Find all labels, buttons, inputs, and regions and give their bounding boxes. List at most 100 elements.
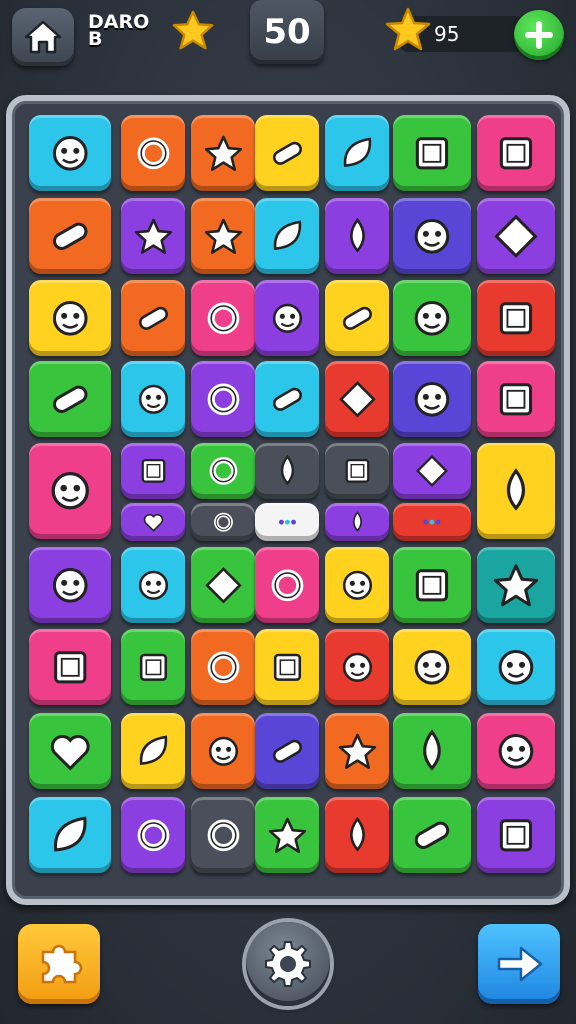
home-button[interactable] bbox=[12, 8, 74, 66]
tile-r8-c3[interactable] bbox=[255, 713, 319, 789]
pen-icon bbox=[414, 821, 450, 849]
tile-r9-c6[interactable] bbox=[477, 797, 555, 873]
gem-icon bbox=[204, 566, 242, 604]
tile-r2-c0[interactable] bbox=[29, 280, 111, 356]
tile-r8-c6[interactable] bbox=[477, 713, 555, 789]
ring-icon bbox=[137, 819, 169, 851]
tile-r7-c6[interactable] bbox=[477, 629, 555, 705]
tile-r2-c1[interactable] bbox=[121, 280, 185, 356]
tile-r1-c6[interactable] bbox=[477, 198, 555, 274]
puzzle-button[interactable] bbox=[18, 924, 100, 1004]
cloud-face-icon bbox=[414, 218, 450, 254]
tile-r6-c5[interactable] bbox=[393, 547, 471, 623]
pig-face-icon bbox=[138, 384, 168, 414]
tile-r2-c3[interactable] bbox=[255, 280, 319, 356]
tile-r3-c5[interactable] bbox=[393, 361, 471, 437]
tile-r0-c4[interactable] bbox=[325, 115, 389, 191]
tile-r5-c0[interactable] bbox=[121, 503, 185, 541]
tile-r1-c4[interactable] bbox=[325, 198, 389, 274]
tile-r7-c5[interactable] bbox=[393, 629, 471, 705]
tile-r6-c2[interactable] bbox=[191, 547, 255, 623]
tile-r8-c1[interactable] bbox=[121, 713, 185, 789]
tile-r2-c5[interactable] bbox=[393, 280, 471, 356]
tile-r2-c6[interactable] bbox=[477, 280, 555, 356]
percent-icon bbox=[423, 519, 441, 525]
eye-icon bbox=[207, 383, 239, 415]
star-icon bbox=[172, 10, 214, 50]
arrow-right-icon bbox=[497, 946, 543, 982]
tile-r4-c1[interactable] bbox=[121, 443, 185, 499]
tile-r6-c3[interactable] bbox=[255, 547, 319, 623]
tile-r5-c3[interactable] bbox=[325, 503, 389, 541]
tile-r7-c4[interactable] bbox=[325, 629, 389, 705]
fire-face-icon bbox=[342, 652, 372, 682]
square-icon bbox=[345, 459, 369, 483]
picture-frame-icon bbox=[415, 136, 449, 170]
fish-face-icon bbox=[498, 649, 534, 685]
tile-r4-c3[interactable] bbox=[255, 443, 319, 499]
tile-r6-c6[interactable] bbox=[477, 547, 555, 623]
tile-r8-c5[interactable] bbox=[393, 713, 471, 789]
tile-r5-c1[interactable] bbox=[191, 503, 255, 541]
game-board bbox=[6, 95, 570, 905]
add-stars-button[interactable] bbox=[514, 10, 564, 60]
tile-r7-c0[interactable] bbox=[29, 629, 111, 705]
tile-r2-c4[interactable] bbox=[325, 280, 389, 356]
tile-r1-c2[interactable] bbox=[191, 198, 255, 274]
next-button[interactable] bbox=[478, 924, 560, 1004]
monster-icon bbox=[342, 570, 372, 600]
star-count: 95 bbox=[434, 22, 460, 46]
tile-r7-c1[interactable] bbox=[121, 629, 185, 705]
plus-icon bbox=[525, 21, 553, 49]
tile-r9-c4[interactable] bbox=[325, 797, 389, 873]
tile-r0-c5[interactable] bbox=[393, 115, 471, 191]
tile-r5-c4[interactable] bbox=[393, 503, 471, 541]
tile-r1-c3[interactable] bbox=[255, 198, 319, 274]
tile-r0-c2[interactable] bbox=[191, 115, 255, 191]
home-icon bbox=[24, 20, 62, 54]
tile-r0-c3[interactable] bbox=[255, 115, 319, 191]
tile-r3-c0[interactable] bbox=[29, 361, 111, 437]
picture-frame-icon bbox=[499, 136, 533, 170]
robot-face-icon bbox=[415, 568, 449, 602]
tile-r1-c5[interactable] bbox=[393, 198, 471, 274]
tile-r0-c1[interactable] bbox=[121, 115, 185, 191]
tile-r6-c1[interactable] bbox=[121, 547, 185, 623]
tile-r8-c4[interactable] bbox=[325, 713, 389, 789]
tile-r3-c6[interactable] bbox=[477, 361, 555, 437]
tile-r4-c5[interactable] bbox=[393, 443, 471, 499]
tile-r9-c5[interactable] bbox=[393, 797, 471, 873]
tile-r8-c0[interactable] bbox=[29, 713, 111, 789]
tile-r6-c4[interactable] bbox=[325, 547, 389, 623]
tile-r3-c2[interactable] bbox=[191, 361, 255, 437]
tile-r4-c2[interactable] bbox=[191, 443, 255, 499]
tile-r3-c3[interactable] bbox=[255, 361, 319, 437]
tile-r0-c0[interactable] bbox=[29, 115, 111, 191]
tile-r9-c3[interactable] bbox=[255, 797, 319, 873]
tile-r3-c1[interactable] bbox=[121, 361, 185, 437]
moon-icon bbox=[207, 651, 239, 683]
tile-r7-c3[interactable] bbox=[255, 629, 319, 705]
tile-r5-c2[interactable] bbox=[255, 503, 319, 541]
tile-r6-c0[interactable] bbox=[29, 547, 111, 623]
tile-r4-c6[interactable] bbox=[477, 443, 555, 539]
tile-r9-c1[interactable] bbox=[121, 797, 185, 873]
tile-r7-c2[interactable] bbox=[191, 629, 255, 705]
tile-r3-c4[interactable] bbox=[325, 361, 389, 437]
player-name-line2: B bbox=[88, 28, 103, 50]
settings-button[interactable] bbox=[246, 922, 330, 1006]
pen-icon bbox=[342, 306, 372, 330]
tile-r9-c0[interactable] bbox=[29, 797, 111, 873]
tile-r1-c0[interactable] bbox=[29, 198, 111, 274]
tile-r4-c4[interactable] bbox=[325, 443, 389, 499]
envelope-icon bbox=[139, 653, 167, 681]
target-icon bbox=[209, 457, 237, 485]
tile-r9-c2[interactable] bbox=[191, 797, 255, 873]
tile-r4-c0[interactable] bbox=[29, 443, 111, 539]
tile-r8-c2[interactable] bbox=[191, 713, 255, 789]
ring-icon bbox=[271, 569, 303, 601]
tile-r2-c2[interactable] bbox=[191, 280, 255, 356]
tile-r0-c6[interactable] bbox=[477, 115, 555, 191]
tile-r1-c1[interactable] bbox=[121, 198, 185, 274]
star-icon bbox=[268, 817, 306, 853]
